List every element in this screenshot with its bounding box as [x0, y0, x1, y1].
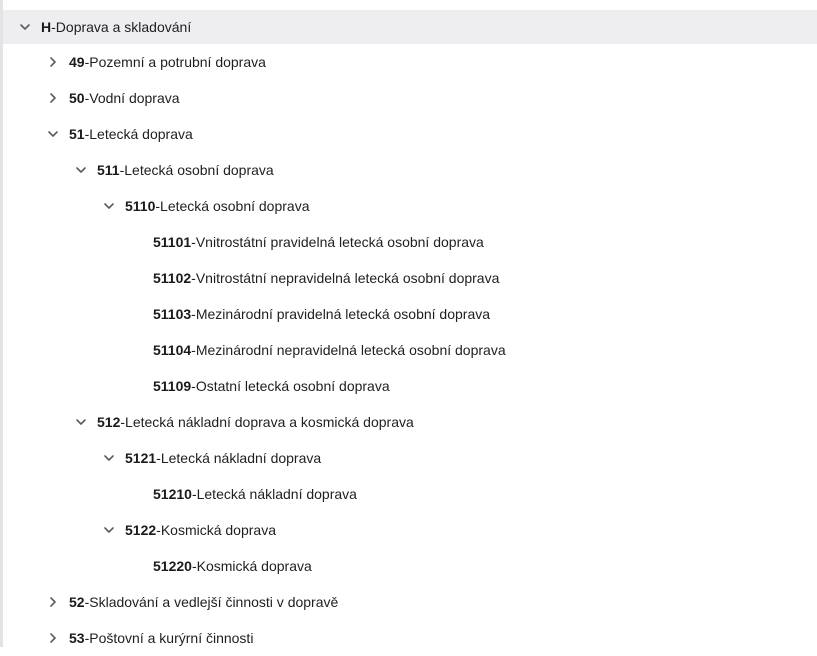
- tree-node-code: 51102: [153, 270, 192, 286]
- tree-node-51101[interactable]: 51101 - Vnitrostátní pravidelná letecká …: [3, 224, 817, 260]
- tree-node-code: 50: [69, 90, 85, 106]
- tree-node-51103[interactable]: 51103 - Mezinárodní pravidelná letecká o…: [3, 296, 817, 332]
- classification-tree: H - Doprava a skladování 49 - Pozemní a …: [3, 10, 817, 656]
- chevron-right-icon[interactable]: [45, 630, 61, 646]
- tree-node-code: 5122: [125, 522, 157, 538]
- tree-node-name: Pozemní a potrubní doprava: [89, 54, 266, 70]
- tree-node-code: 51109: [153, 378, 192, 394]
- tree-node-code: 5110: [125, 198, 156, 214]
- tree-node-51220[interactable]: 51220 - Kosmická doprava: [3, 548, 817, 584]
- tree-node-51[interactable]: 51 - Letecká doprava: [3, 116, 817, 152]
- chevron-down-icon[interactable]: [73, 162, 89, 178]
- tree-node-h[interactable]: H - Doprava a skladování: [3, 10, 817, 44]
- tree-node-code: 53: [69, 630, 85, 646]
- tree-node-name: Letecká osobní doprava: [160, 198, 310, 214]
- tree-node-name: Ostatní letecká osobní doprava: [195, 378, 390, 394]
- tree-node-51102[interactable]: 51102 - Vnitrostátní nepravidelná leteck…: [3, 260, 817, 296]
- chevron-down-icon[interactable]: [101, 522, 117, 538]
- tree-node-name: Skladování a vedlejší činnosti v dopravě: [89, 594, 339, 610]
- chevron-right-icon[interactable]: [45, 54, 61, 70]
- tree-node-name: Vnitrostátní nepravidelná letecká osobní…: [195, 270, 500, 286]
- tree-node-5122[interactable]: 5122 - Kosmická doprava: [3, 512, 817, 548]
- tree-node-name: Letecká osobní doprava: [124, 162, 274, 178]
- leaf-spacer: [129, 234, 145, 250]
- tree-node-code: 511: [97, 162, 120, 178]
- tree-node-code: H: [41, 19, 52, 35]
- tree-node-name: Letecká nákladní doprava: [196, 486, 357, 502]
- chevron-down-icon[interactable]: [17, 19, 33, 35]
- tree-node-name: Letecká doprava: [89, 126, 193, 142]
- tree-node-5121[interactable]: 5121 - Letecká nákladní doprava: [3, 440, 817, 476]
- tree-node-name: Vodní doprava: [89, 90, 180, 106]
- leaf-spacer: [129, 306, 145, 322]
- tree-node-name: Mezinárodní nepravidelná letecká osobní …: [195, 342, 506, 358]
- chevron-down-icon[interactable]: [73, 414, 89, 430]
- tree-node-code: 512: [97, 414, 121, 430]
- tree-node-name: Poštovní a kurýrní činnosti: [89, 630, 254, 646]
- leaf-spacer: [129, 378, 145, 394]
- tree-node-code: 5121: [125, 450, 157, 466]
- chevron-right-icon[interactable]: [45, 90, 61, 106]
- chevron-right-icon[interactable]: [45, 594, 61, 610]
- chevron-down-icon[interactable]: [45, 126, 61, 142]
- tree-node-code: 51: [69, 126, 85, 142]
- tree-node-51104[interactable]: 51104 - Mezinárodní nepravidelná letecká…: [3, 332, 817, 368]
- chevron-down-icon[interactable]: [101, 198, 117, 214]
- leaf-spacer: [129, 270, 145, 286]
- tree-node-code: 52: [69, 594, 85, 610]
- leaf-spacer: [129, 486, 145, 502]
- tree-node-51109[interactable]: 51109 - Ostatní letecká osobní doprava: [3, 368, 817, 404]
- tree-node-name: Vnitrostátní pravidelná letecká osobní d…: [195, 234, 484, 250]
- tree-node-name: Kosmická doprava: [196, 558, 312, 574]
- tree-node-code: 51220: [153, 558, 192, 574]
- tree-node-5110[interactable]: 5110 - Letecká osobní doprava: [3, 188, 817, 224]
- leaf-spacer: [129, 342, 145, 358]
- tree-node-code: 51210: [153, 486, 192, 502]
- tree-node-code: 51101: [153, 234, 192, 250]
- leaf-spacer: [129, 558, 145, 574]
- tree-node-512[interactable]: 512 - Letecká nákladní doprava a kosmick…: [3, 404, 817, 440]
- chevron-down-icon[interactable]: [101, 450, 117, 466]
- tree-node-code: 49: [69, 54, 85, 70]
- tree-node-code: 51104: [153, 342, 192, 358]
- tree-node-name: Mezinárodní pravidelná letecká osobní do…: [195, 306, 491, 322]
- tree-node-511[interactable]: 511 - Letecká osobní doprava: [3, 152, 817, 188]
- tree-node-49[interactable]: 49 - Pozemní a potrubní doprava: [3, 44, 817, 80]
- tree-node-51210[interactable]: 51210 - Letecká nákladní doprava: [3, 476, 817, 512]
- tree-node-code: 51103: [153, 306, 192, 322]
- tree-node-53[interactable]: 53 - Poštovní a kurýrní činnosti: [3, 620, 817, 656]
- tree-node-name: Kosmická doprava: [160, 522, 276, 538]
- tree-node-50[interactable]: 50 - Vodní doprava: [3, 80, 817, 116]
- tree-node-name: Doprava a skladování: [55, 19, 192, 35]
- tree-node-52[interactable]: 52 - Skladování a vedlejší činnosti v do…: [3, 584, 817, 620]
- tree-node-name: Letecká nákladní doprava a kosmická dopr…: [125, 414, 414, 430]
- tree-node-name: Letecká nákladní doprava: [160, 450, 322, 466]
